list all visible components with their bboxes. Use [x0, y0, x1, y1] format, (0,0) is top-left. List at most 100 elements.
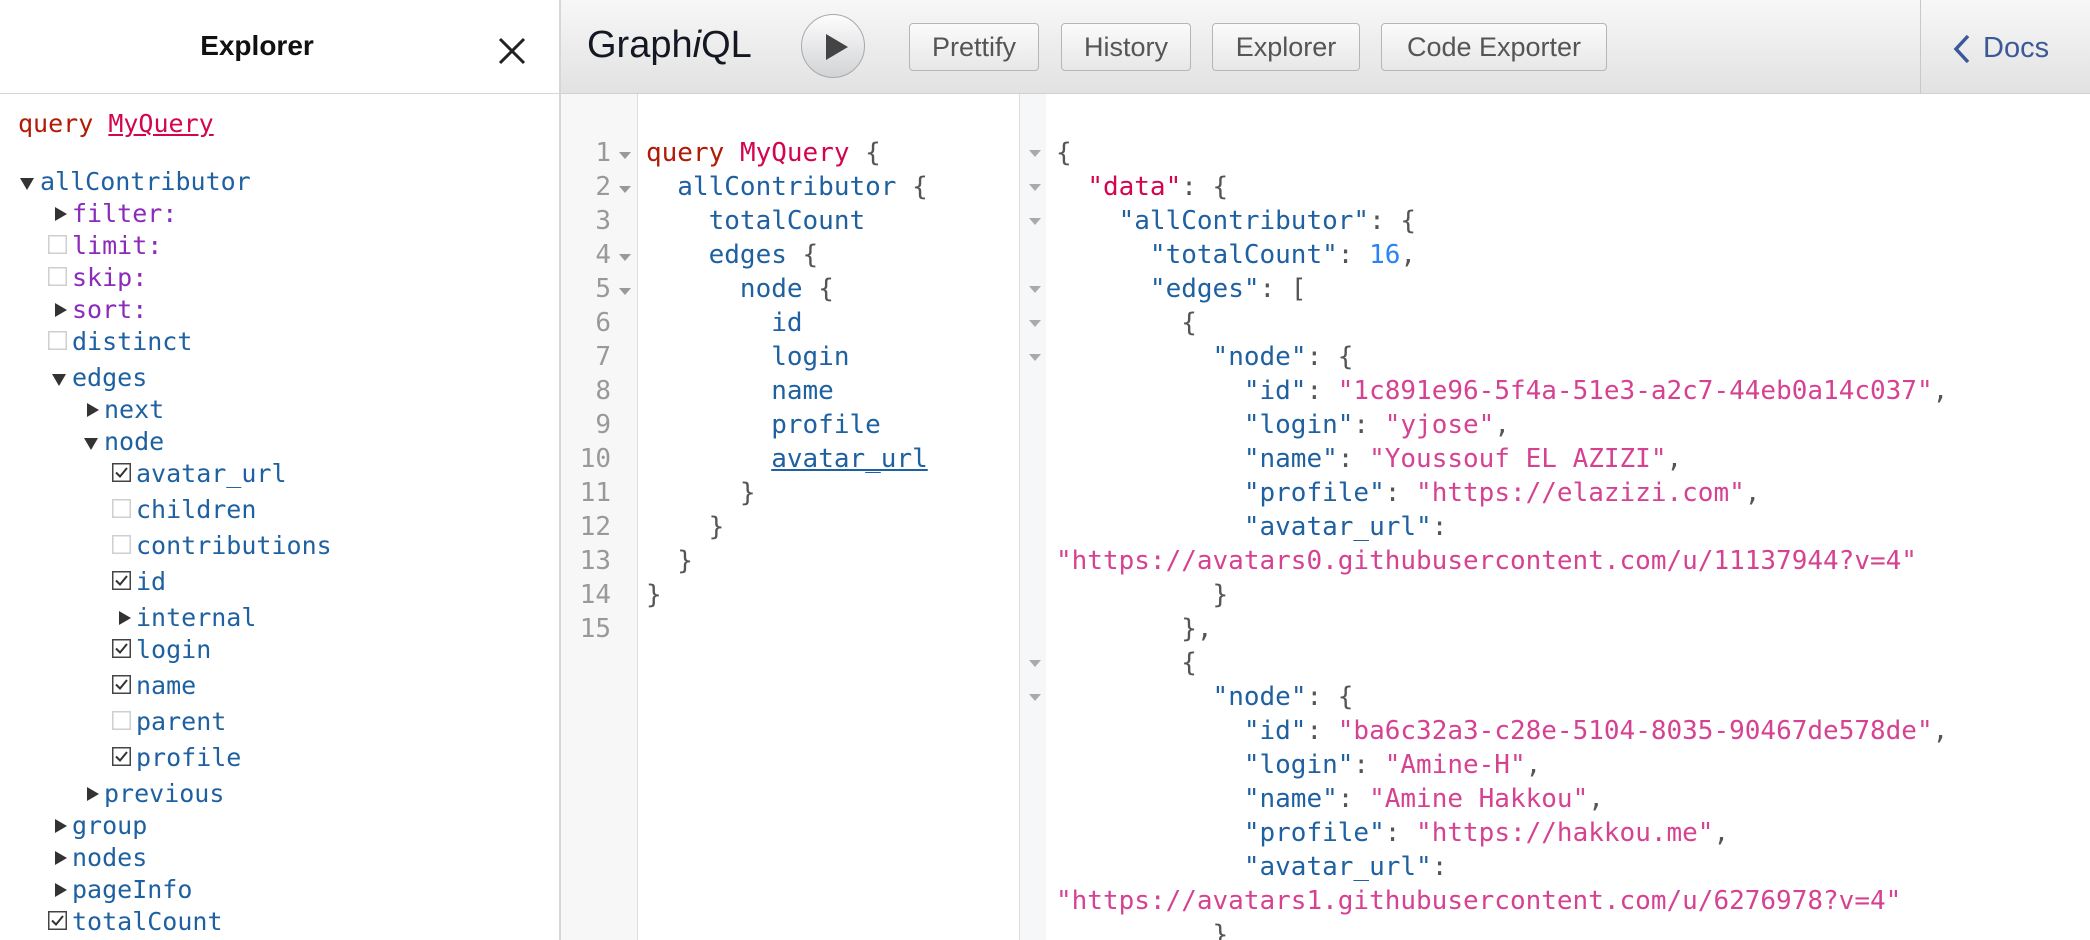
query-token: { — [802, 274, 834, 304]
checkbox-unchecked-icon[interactable] — [48, 267, 67, 286]
explorer-button[interactable]: Explorer — [1212, 23, 1360, 71]
tree-item-previous[interactable]: previous — [87, 778, 224, 810]
fold-arrow-icon[interactable] — [1029, 354, 1041, 361]
result-line: "avatar_url": — [1056, 850, 1448, 884]
fold-arrow-icon[interactable] — [1029, 694, 1041, 701]
code-exporter-button[interactable]: Code Exporter — [1381, 23, 1607, 71]
query-editor[interactable]: query MyQuery { allContributor { totalCo… — [638, 94, 1018, 940]
tree-item-children[interactable]: children — [112, 494, 256, 526]
checkbox-unchecked-icon[interactable] — [112, 499, 131, 518]
checkbox-unchecked-icon[interactable] — [48, 331, 67, 350]
result-token — [1056, 478, 1244, 508]
tree-item-avatarurl[interactable]: avatar_url — [112, 458, 287, 490]
fold-arrow-icon[interactable] — [619, 288, 631, 295]
tree-item-name[interactable]: name — [112, 670, 196, 702]
checkbox-unchecked-icon[interactable] — [112, 535, 131, 554]
result-token: "avatar_url" — [1243, 852, 1432, 882]
tree-item-parent[interactable]: parent — [112, 706, 226, 738]
tree-item-group[interactable]: group — [55, 810, 148, 842]
tree-item-skip[interactable]: skip: — [48, 262, 148, 294]
result-token: , — [1494, 410, 1510, 440]
caret-right-icon[interactable] — [51, 198, 69, 230]
caret-down-icon[interactable] — [83, 426, 101, 458]
checkbox-checked-icon[interactable] — [112, 463, 131, 482]
result-line: "id": "ba6c32a3-c28e-5104-8035-90467de57… — [1056, 714, 1948, 748]
tree-item-label: allContributor — [40, 167, 251, 196]
fold-arrow-icon[interactable] — [619, 152, 631, 159]
fold-arrow-icon[interactable] — [1029, 660, 1041, 667]
tree-item-id[interactable]: id — [112, 566, 166, 598]
tree-item-node[interactable]: node — [84, 426, 164, 458]
caret-down-icon[interactable] — [19, 166, 37, 198]
fold-arrow-icon[interactable] — [619, 254, 631, 261]
tree-item-contributions[interactable]: contributions — [112, 530, 332, 562]
tree-item-pageinfo[interactable]: pageInfo — [55, 874, 192, 906]
fold-arrow-icon[interactable] — [619, 186, 631, 193]
result-line: "node": { — [1056, 680, 1354, 714]
run-button[interactable] — [801, 14, 865, 78]
history-button[interactable]: History — [1061, 23, 1191, 71]
fold-arrow-icon[interactable] — [1029, 218, 1041, 225]
result-viewer: { "data": { "allContributor": { "totalCo… — [1046, 94, 2090, 940]
query-token: login — [646, 342, 850, 372]
fold-arrow-icon[interactable] — [1029, 184, 1041, 191]
query-line: edges { — [646, 238, 819, 272]
result-token — [1056, 240, 1150, 270]
result-token: "node" — [1212, 342, 1307, 372]
toolbar: GraphiQL Prettify History Explorer Code … — [561, 0, 2090, 94]
tree-item-internal[interactable]: internal — [119, 602, 256, 634]
tree-item-next[interactable]: next — [87, 394, 164, 426]
caret-right-icon[interactable] — [51, 810, 69, 842]
fold-arrow-icon[interactable] — [1029, 150, 1041, 157]
prettify-button[interactable]: Prettify — [909, 23, 1039, 71]
caret-right-icon[interactable] — [83, 394, 101, 426]
result-token: "https://hakkou.me" — [1416, 818, 1714, 848]
tree-item-distinct[interactable]: distinct — [48, 326, 193, 358]
result-line: "profile": "https://elazizi.com", — [1056, 476, 1761, 510]
query-name[interactable]: MyQuery — [108, 109, 213, 138]
query-token: { — [786, 240, 819, 270]
caret-down-icon[interactable] — [51, 362, 69, 394]
tree-item-login[interactable]: login — [112, 634, 211, 666]
caret-right-icon[interactable] — [83, 778, 101, 810]
tree-item-sort[interactable]: sort: — [55, 294, 147, 326]
query-line: node { — [646, 272, 834, 306]
tree-item-label: group — [72, 811, 148, 840]
result-token: : — [1337, 444, 1370, 474]
docs-button[interactable]: Docs — [1920, 0, 2090, 93]
result-token: 16 — [1369, 240, 1401, 270]
tree-item-nodes[interactable]: nodes — [55, 842, 147, 874]
tree-item-label: distinct — [72, 327, 193, 356]
tree-item-filter[interactable]: filter: — [55, 198, 177, 230]
tree-item-profile[interactable]: profile — [112, 742, 241, 774]
caret-right-icon[interactable] — [51, 842, 69, 874]
result-token: : { — [1306, 682, 1354, 712]
result-line: { — [1056, 306, 1197, 340]
checkbox-checked-icon[interactable] — [112, 571, 131, 590]
fold-arrow-icon[interactable] — [1029, 320, 1041, 327]
result-token: : { — [1369, 206, 1417, 236]
result-token: "profile" — [1243, 478, 1385, 508]
checkbox-unchecked-icon[interactable] — [112, 711, 131, 730]
checkbox-unchecked-icon[interactable] — [48, 235, 67, 254]
checkbox-checked-icon[interactable] — [112, 639, 131, 658]
query-token: } — [646, 512, 725, 542]
tree-item-label: skip: — [72, 263, 148, 292]
caret-right-icon[interactable] — [51, 874, 69, 906]
close-icon[interactable] — [494, 33, 530, 69]
caret-right-icon[interactable] — [115, 602, 133, 634]
checkbox-checked-icon[interactable] — [112, 747, 131, 766]
tree-item-limit[interactable]: limit: — [48, 230, 162, 262]
fold-arrow-icon[interactable] — [1029, 286, 1041, 293]
result-token: , — [1588, 784, 1604, 814]
result-token — [1056, 342, 1213, 372]
tree-item-edges[interactable]: edges — [52, 362, 147, 394]
query-line: allContributor { — [646, 170, 928, 204]
checkbox-checked-icon[interactable] — [48, 911, 67, 930]
tree-item-allcontributor[interactable]: allContributor — [20, 166, 251, 198]
tree-item-totalcount[interactable]: totalCount — [48, 906, 223, 938]
caret-right-icon[interactable] — [51, 294, 69, 326]
line-number: 1 — [595, 138, 611, 168]
checkbox-checked-icon[interactable] — [112, 675, 131, 694]
query-token: { — [896, 172, 928, 202]
